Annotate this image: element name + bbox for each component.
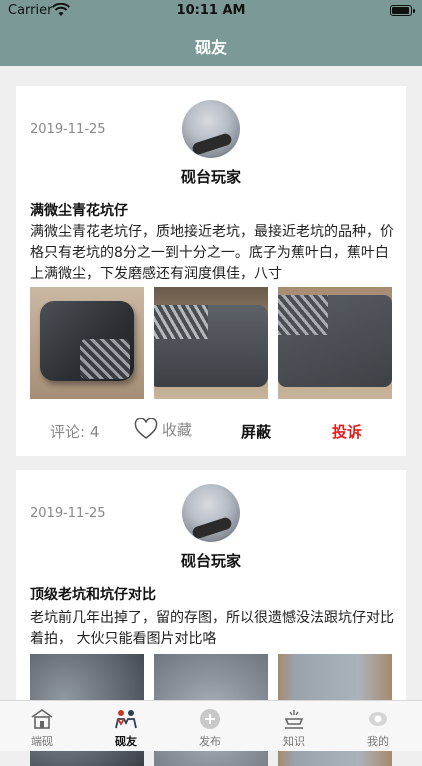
clock: 10:11 AM	[176, 3, 246, 18]
temple-icon	[31, 709, 53, 729]
tab-duanyan[interactable]: 端砚	[12, 707, 72, 749]
username[interactable]: 砚台玩家	[16, 166, 406, 187]
tab-yanyou[interactable]: 砚友	[96, 707, 156, 749]
post-photo[interactable]	[30, 287, 144, 399]
favorite-button[interactable]: 收藏	[134, 417, 193, 440]
tab-label: 发布	[199, 735, 221, 748]
block-button[interactable]: 屏蔽	[241, 421, 271, 442]
post-photo[interactable]	[278, 287, 392, 399]
tab-knowledge[interactable]: 知识	[264, 707, 324, 749]
tab-label: 知识	[283, 735, 305, 748]
favorite-label: 收藏	[162, 420, 193, 439]
status-bar: Carrier 10:11 AM	[0, 0, 422, 22]
top-bar: Carrier 10:11 AM 砚友	[0, 0, 422, 66]
post-photo[interactable]	[154, 287, 268, 399]
tab-bar: 端砚 砚友 发布 知识 我的	[0, 700, 422, 751]
avatar[interactable]	[182, 484, 240, 542]
friends-icon	[115, 710, 137, 729]
post-date: 2019-11-25	[30, 506, 106, 521]
post-body: 满微尘青花老坑仔，质地接近老坑，最接近老坑的品种，价格只有老坑的8分之一到十分之…	[30, 224, 394, 282]
post-card[interactable]: 2019-11-25 砚台玩家 满微尘青花坑仔 满微尘青花老坑仔，质地接近老坑，…	[16, 86, 406, 456]
knowledge-icon	[284, 710, 304, 729]
page-title: 砚友	[194, 38, 227, 57]
plus-circle-icon	[200, 709, 220, 729]
profile-icon	[369, 712, 387, 726]
post-body: 老坑前几年出掉了，留的存图，所以很遗憾没法跟坑仔对比着拍， 大伙只能看图片对比咯	[30, 610, 394, 647]
comments-button[interactable]: 评论: 4	[50, 421, 99, 442]
post-title: 满微尘青花坑仔	[30, 203, 128, 219]
post-actions: 评论: 4 收藏 屏蔽 投诉	[16, 417, 406, 442]
tab-label: 砚友	[115, 735, 137, 748]
tab-publish[interactable]: 发布	[180, 707, 240, 749]
report-button[interactable]: 投诉	[332, 421, 362, 442]
tab-mine[interactable]: 我的	[348, 707, 408, 749]
username[interactable]: 砚台玩家	[16, 550, 406, 571]
post-date: 2019-11-25	[30, 122, 106, 137]
post-title: 顶级老坑和坑仔对比	[30, 587, 156, 603]
tab-label: 我的	[367, 735, 389, 748]
tab-label: 端砚	[31, 735, 53, 748]
battery-icon	[390, 5, 415, 16]
heart-icon	[134, 417, 158, 439]
avatar[interactable]	[182, 100, 240, 158]
post-card[interactable]: 2019-11-25 砚台玩家 顶级老坑和坑仔对比 老坑前几年出掉了，留的存图，…	[16, 470, 406, 766]
